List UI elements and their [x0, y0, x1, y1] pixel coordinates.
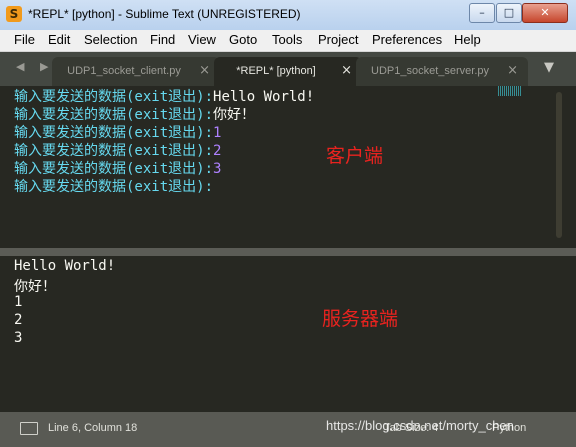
code-line: 输入要发送的数据(exit退出):3 [14, 158, 221, 178]
menu-view[interactable]: View [188, 32, 216, 47]
output-line: 2 [14, 312, 23, 328]
menu-file[interactable]: File [14, 32, 35, 47]
tab-udp1-client[interactable]: UDP1_socket_client.py × [52, 57, 220, 86]
output-line: 1 [14, 294, 23, 310]
output-line: 你好！ [14, 279, 56, 295]
menu-help[interactable]: Help [454, 32, 481, 47]
minimize-button[interactable]: – [469, 3, 495, 23]
tab-close-icon[interactable]: × [341, 63, 352, 78]
menu-selection[interactable]: Selection [84, 32, 137, 47]
tab-list-dropdown-icon[interactable]: ▼ [544, 60, 554, 75]
tab-udp1-server[interactable]: UDP1_socket_server.py × [356, 57, 528, 86]
menu-tools[interactable]: Tools [272, 32, 302, 47]
menu-project[interactable]: Project [318, 32, 358, 47]
output-line: 3 [14, 330, 23, 346]
input-prompt: 输入要发送的数据(exit退出): [14, 107, 214, 123]
close-button[interactable]: ✕ [522, 3, 568, 23]
cursor-position: Line 6, Column 18 [48, 422, 138, 434]
client-annotation: 客户端 [326, 145, 384, 167]
menu-preferences[interactable]: Preferences [372, 32, 442, 47]
site-watermark: https://blog.csdn.net/morty_chen [326, 418, 514, 433]
title-bar: S *REPL* [python] - Sublime Text (UNREGI… [0, 0, 576, 31]
editor-scrollbar[interactable] [556, 92, 562, 238]
input-prompt: 输入要发送的数据(exit退出): [14, 89, 214, 105]
menu-goto[interactable]: Goto [229, 32, 257, 47]
code-line: 输入要发送的数据(exit退出): [14, 176, 213, 196]
input-prompt: 输入要发送的数据(exit退出): [14, 179, 214, 195]
menu-find[interactable]: Find [150, 32, 175, 47]
tab-bar: ◀ ▶ UDP1_socket_client.py × *REPL* [pyth… [0, 52, 576, 86]
input-value: 2 [213, 143, 222, 159]
tab-repl-python[interactable]: *REPL* [python] × [214, 57, 362, 86]
output-panel: Hello World! 你好！ 1 2 3 服务器端 [0, 256, 576, 412]
code-line: 输入要发送的数据(exit退出):Hello World! [14, 86, 314, 106]
input-value: 你好！ [213, 107, 256, 123]
server-annotation: 服务器端 [322, 308, 399, 330]
input-prompt: 输入要发送的数据(exit退出): [14, 143, 214, 159]
code-line: 输入要发送的数据(exit退出):2 [14, 140, 221, 160]
repl-editor[interactable]: 输入要发送的数据(exit退出):Hello World! 输入要发送的数据(e… [0, 86, 576, 248]
tab-label: UDP1_socket_server.py [371, 65, 489, 77]
code-line: 输入要发送的数据(exit退出):你好！ [14, 104, 255, 124]
tab-label: *REPL* [python] [236, 65, 316, 77]
menu-edit[interactable]: Edit [48, 32, 70, 47]
tab-close-icon[interactable]: × [199, 63, 210, 78]
code-line: 输入要发送的数据(exit退出):1 [14, 122, 221, 142]
maximize-button[interactable]: □ [496, 3, 522, 23]
input-prompt: 输入要发送的数据(exit退出): [14, 125, 214, 141]
minimap[interactable] [498, 86, 522, 96]
menu-bar: File Edit Selection Find View Goto Tools… [0, 30, 576, 52]
input-value: 1 [213, 125, 222, 141]
tab-label: UDP1_socket_client.py [67, 65, 181, 77]
panel-divider[interactable] [0, 248, 576, 256]
window-title: *REPL* [python] - Sublime Text (UNREGIST… [28, 7, 301, 21]
tab-close-icon[interactable]: × [507, 63, 518, 78]
input-value: Hello World! [213, 89, 315, 105]
sublime-app-icon: S [6, 6, 22, 22]
output-line: Hello World! [14, 258, 116, 274]
panel-toggle-icon[interactable] [20, 422, 38, 435]
input-value: 3 [213, 161, 222, 177]
input-prompt: 输入要发送的数据(exit退出): [14, 161, 214, 177]
tab-nav-arrows-icon[interactable]: ◀ ▶ [16, 60, 54, 73]
